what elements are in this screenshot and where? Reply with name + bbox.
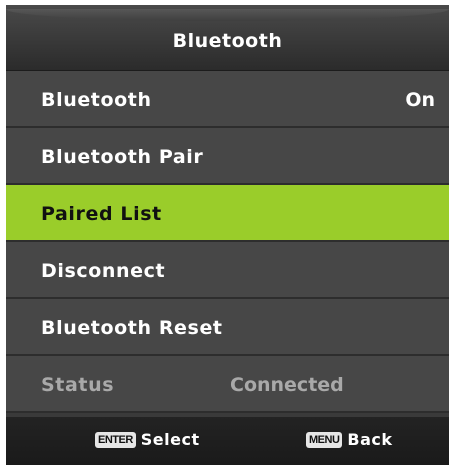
menu-key-icon: MENU (306, 431, 343, 448)
menu-item-bluetooth[interactable]: Bluetooth On (6, 71, 449, 128)
menu-item-bluetooth-pair[interactable]: Bluetooth Pair (6, 128, 449, 185)
status-label: Status (41, 374, 115, 396)
bluetooth-menu-panel: Bluetooth Bluetooth On Bluetooth Pair Pa… (6, 5, 449, 465)
enter-key-icon: ENTER (95, 431, 136, 448)
menu-item-status: Status Connected (6, 356, 449, 413)
menu-item-label: Paired List (41, 203, 162, 225)
enter-select-hint: ENTER Select (95, 430, 200, 449)
menu-header: Bluetooth (6, 5, 449, 72)
status-value: Connected (230, 374, 344, 396)
menu-title: Bluetooth (172, 30, 283, 52)
menu-item-label: Bluetooth (41, 89, 152, 111)
select-hint-label: Select (140, 430, 200, 449)
back-hint-label: Back (347, 430, 393, 449)
menu-item-paired-list[interactable]: Paired List (6, 185, 449, 242)
menu-item-label: Bluetooth Pair (41, 146, 204, 168)
menu-item-label: Bluetooth Reset (41, 317, 223, 339)
menu-item-bluetooth-reset[interactable]: Bluetooth Reset (6, 299, 449, 356)
menu-list: Bluetooth On Bluetooth Pair Paired List … (6, 71, 449, 413)
header-decoration (6, 9, 449, 21)
bluetooth-state-value: On (405, 89, 435, 111)
menu-item-label: Disconnect (41, 260, 166, 282)
menu-item-disconnect[interactable]: Disconnect (6, 242, 449, 299)
key-hint-bar: ENTER Select MENU Back (6, 417, 449, 465)
menu-back-hint: MENU Back (306, 430, 393, 449)
